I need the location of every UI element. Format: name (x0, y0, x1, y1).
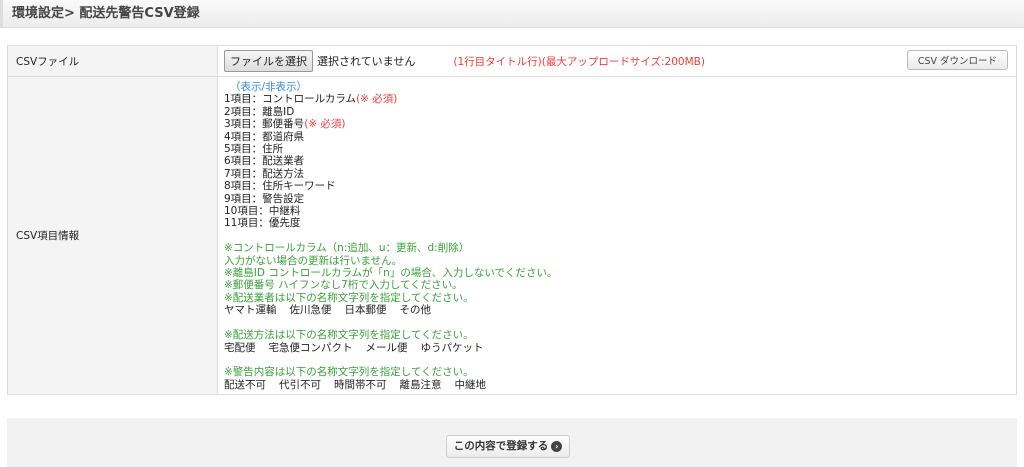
warning-option: 時間帯不可 (334, 378, 387, 391)
csv-info-label: CSV項目情報 (7, 75, 218, 396)
no-file-text: 選択されていません (317, 55, 416, 68)
required-mark: (※ 必須) (356, 93, 398, 106)
chevron-right-icon: › (551, 440, 563, 452)
submit-button[interactable]: この内容で登録する › (446, 435, 570, 458)
csv-item: 10項目：中継料 (224, 205, 1010, 217)
required-mark: (※ 必須) (304, 118, 346, 131)
csv-info-row: CSV項目情報 （表示/非表示） 1項目：コントロールカラム(※ 必須) 2項目：… (7, 75, 1017, 396)
warning-option: 離島注意 (399, 378, 442, 391)
csv-item-text: 9項目：警告設定 (224, 192, 305, 205)
csv-download-button[interactable]: CSV ダウンロード (906, 50, 1008, 70)
csv-item: 6項目：配送業者 (224, 155, 1010, 167)
csv-file-label: CSVファイル (7, 45, 218, 77)
carrier-option: ヤマト運輸 (224, 304, 277, 317)
info-note: 入力がない場合の更新は行いません。 (224, 254, 403, 267)
csv-form-table: CSVファイル ファイルを選択 選択されていません (1行目タイトル行)(最大アップ… (7, 45, 1017, 396)
choose-file-button[interactable]: ファイルを選択 (224, 50, 313, 72)
warning-option: 代引不可 (279, 378, 321, 391)
info-note: ※配送業者は以下の名称文字列を指定してください。 (224, 291, 474, 304)
csv-item-text: 6項目：配送業者 (224, 155, 305, 168)
csv-item: 9項目：警告設定 (224, 193, 1010, 205)
csv-file-cell: ファイルを選択 選択されていません (1行目タイトル行)(最大アップロードサイズ:2… (217, 45, 1017, 77)
warning-option: 中継地 (454, 378, 487, 391)
csv-item: 8項目：住所キーワード (224, 180, 1010, 192)
page-header: 環境設定> 配送先警告CSV登録 (0, 0, 1024, 28)
form-footer: この内容で登録する › (7, 418, 1017, 467)
csv-item-text: 10項目：中継料 (224, 205, 301, 218)
warning-option: 配送不可 (224, 378, 266, 391)
upload-note: (1行目タイトル行)(最大アップロードサイズ:200MB) (453, 56, 705, 68)
csv-item: 5項目：住所 (224, 143, 1010, 155)
toggle-visibility-link[interactable]: （表示/非表示） (224, 81, 1010, 93)
csv-item-text: 3項目：郵便番号 (224, 118, 305, 131)
csv-item-text: 11項目：優先度 (224, 217, 301, 230)
method-option: 宅急便コンパクト (268, 341, 353, 354)
csv-item: 11項目：優先度 (224, 217, 1010, 229)
warning-note: ※警告内容は以下の名称文字列を指定してください。 (224, 366, 474, 379)
csv-item: 1項目：コントロールカラム(※ 必須) (224, 93, 1010, 105)
csv-item: 3項目：郵便番号(※ 必須) (224, 118, 1010, 130)
csv-file-row: CSVファイル ファイルを選択 選択されていません (1行目タイトル行)(最大アップ… (7, 45, 1017, 77)
info-note: ※郵便番号 ハイフンなし7桁で入力してください。 (224, 279, 463, 292)
csv-item-text: 8項目：住所キーワード (224, 180, 336, 193)
carrier-option: 佐川急便 (289, 304, 332, 317)
method-option: メール便 (365, 341, 408, 354)
csv-item-text: 4項目：都道府県 (224, 130, 305, 143)
csv-item-text: 7項目：配送方法 (224, 167, 305, 180)
method-option: 宅配便 (224, 341, 256, 354)
csv-item-text: 2項目：離島ID (224, 105, 295, 118)
csv-info-cell: （表示/非表示） 1項目：コントロールカラム(※ 必須) 2項目：離島ID 3項目：… (217, 75, 1017, 396)
info-note: ※コントロールカラム（n:追加、u：更新、d:削除） (224, 242, 470, 255)
submit-label: この内容で登録する (453, 440, 549, 452)
csv-item: 4項目：都道府県 (224, 131, 1010, 143)
carrier-option: その他 (399, 304, 432, 317)
method-option: ゆうパケット (420, 341, 484, 354)
carrier-option: 日本郵便 (344, 304, 387, 317)
csv-item-text: 5項目：住所 (224, 143, 284, 156)
info-note: ※離島ID コントロールカラムが「n」の場合、入力しないでください。 (224, 267, 558, 280)
csv-item: 2項目：離島ID (224, 106, 1010, 118)
method-note: ※配送方法は以下の名称文字列を指定してください。 (224, 329, 474, 342)
csv-item: 7項目：配送方法 (224, 168, 1010, 180)
csv-item-text: 1項目：コントロールカラム (224, 93, 357, 106)
page-title: 環境設定> 配送先警告CSV登録 (12, 6, 200, 21)
